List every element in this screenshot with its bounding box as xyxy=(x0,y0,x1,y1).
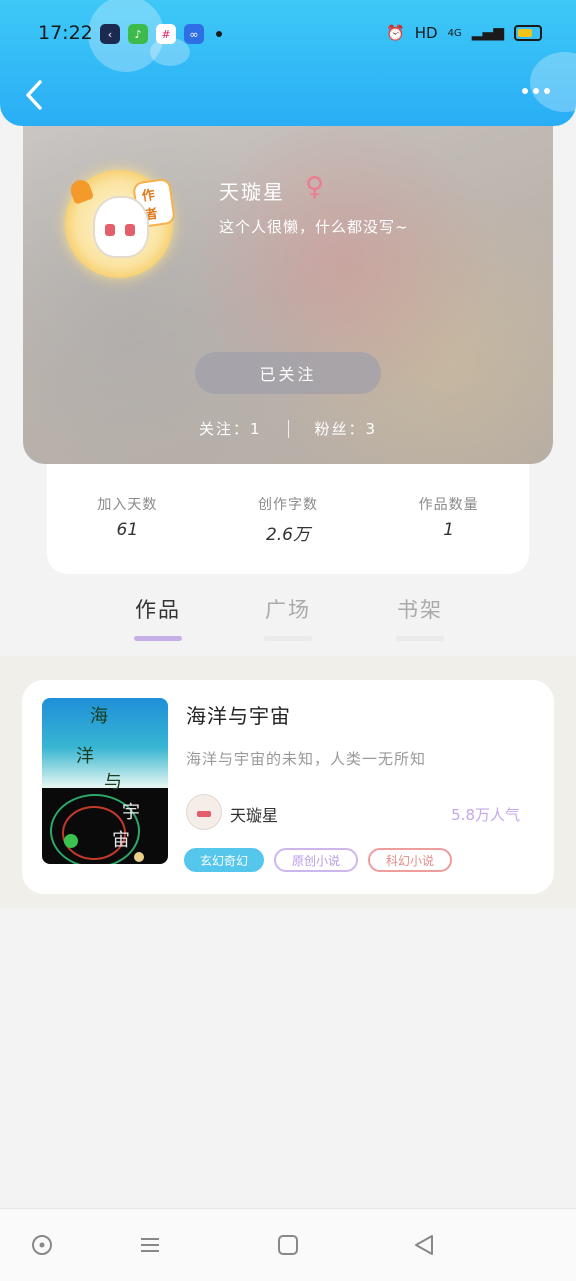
female-icon: ♀ xyxy=(305,172,325,202)
kuaishou-icon: ‹ xyxy=(100,24,120,44)
tag-original[interactable]: 原创小说 xyxy=(274,848,359,872)
tag-list: 玄幻奇幻 原创小说 科幻小说 xyxy=(184,848,453,872)
stat-value: 2.6万 xyxy=(265,525,310,545)
stat-word-count: 创作字数 2.6万 xyxy=(223,494,353,574)
alarm-icon: ⏰ xyxy=(386,24,405,42)
cover-text: 与 xyxy=(104,772,122,793)
avatar-eye xyxy=(125,224,135,236)
tab-label: 作品 xyxy=(135,598,181,622)
book-card[interactable]: 海 洋 与 宇 宙 海洋与宇宙 海洋与宇宙的未知，人类一无所知 天璇星 5.8万… xyxy=(22,680,554,894)
book-title[interactable]: 海洋与宇宙 xyxy=(186,700,291,729)
stat-label: 创作字数 xyxy=(257,497,318,513)
profile-card: 作者 天璇星 ♀ 这个人很懒，什么都没写~ 已关注 关注：1 粉丝：3 xyxy=(23,126,553,464)
cover-text: 宙 xyxy=(112,830,130,851)
author-name[interactable]: 天璇星 xyxy=(230,802,278,826)
avatar-face xyxy=(93,196,149,258)
status-right: ⏰ HD 4G ▂▄▆ xyxy=(386,24,542,42)
tab-label: 广场 xyxy=(265,598,311,622)
avatar-eye xyxy=(105,224,115,236)
menu-icon[interactable] xyxy=(138,1233,162,1257)
profile-name: 天璇星 xyxy=(219,180,285,204)
tab-indicator xyxy=(264,636,312,641)
follow-counts: 关注：1 粉丝：3 xyxy=(23,418,553,439)
tab-indicator xyxy=(396,636,444,641)
fans-count[interactable]: 粉丝：3 xyxy=(315,418,378,439)
follow-button[interactable]: 已关注 xyxy=(195,352,381,394)
tab-indicator xyxy=(134,636,182,641)
back-triangle-icon[interactable] xyxy=(412,1233,436,1257)
hd-label: HD xyxy=(414,24,438,42)
top-header: 17:22 ‹ ♪ # ∞ ⏰ HD 4G ▂▄▆ xyxy=(0,0,576,126)
book-description: 海洋与宇宙的未知，人类一无所知 xyxy=(186,750,427,768)
notification-dot xyxy=(216,31,222,37)
tab-works[interactable]: 作品 xyxy=(118,594,198,641)
more-dots-icon[interactable] xyxy=(522,88,550,94)
battery-icon xyxy=(514,25,542,41)
following-count[interactable]: 关注：1 xyxy=(199,418,262,439)
profile-bio: 这个人很懒，什么都没写~ xyxy=(219,218,409,236)
stat-label: 加入天数 xyxy=(97,497,158,513)
assistant-circle-icon[interactable] xyxy=(30,1233,54,1257)
tab-bookshelf[interactable]: 书架 xyxy=(380,594,460,641)
cover-text: 海 xyxy=(90,706,108,727)
network-label: 4G xyxy=(447,27,462,39)
system-nav-bar xyxy=(0,1208,576,1281)
tag-scifi[interactable]: 科幻小说 xyxy=(368,848,453,872)
cover-planet xyxy=(134,852,144,862)
home-square-icon[interactable] xyxy=(276,1233,300,1257)
cover-text: 宇 xyxy=(122,802,140,823)
chevron-left-icon[interactable] xyxy=(20,78,48,112)
cover-planet xyxy=(64,834,78,848)
tab-square[interactable]: 广场 xyxy=(248,594,328,641)
tag-fantasy[interactable]: 玄幻奇幻 xyxy=(184,848,265,872)
infinity-icon: ∞ xyxy=(184,24,204,44)
stat-works-count: 作品数量 1 xyxy=(384,494,514,574)
stats-card: 加入天数 61 创作字数 2.6万 作品数量 1 xyxy=(47,464,529,574)
author-avatar[interactable] xyxy=(186,794,222,830)
bell-decoration xyxy=(67,177,95,205)
divider xyxy=(287,419,289,438)
avatar[interactable]: 作者 xyxy=(65,170,177,278)
wechat-icon: ♪ xyxy=(128,24,148,44)
popularity-count: 5.8万人气 xyxy=(451,806,520,824)
signal-icon: ▂▄▆ xyxy=(471,25,504,41)
tab-label: 书架 xyxy=(397,598,443,622)
tab-bar: 作品 广场 书架 xyxy=(0,590,576,656)
stat-join-days: 加入天数 61 xyxy=(62,494,192,574)
slack-icon: # xyxy=(156,24,176,44)
stat-value: 1 xyxy=(443,520,455,540)
cover-text: 洋 xyxy=(76,746,94,767)
decor-bubble xyxy=(530,52,576,112)
status-time: 17:22 xyxy=(38,22,93,44)
stat-value: 61 xyxy=(116,520,139,540)
status-app-icons: ‹ ♪ # ∞ xyxy=(100,24,222,44)
book-cover[interactable]: 海 洋 与 宇 宙 xyxy=(42,698,168,864)
stat-label: 作品数量 xyxy=(418,497,479,513)
